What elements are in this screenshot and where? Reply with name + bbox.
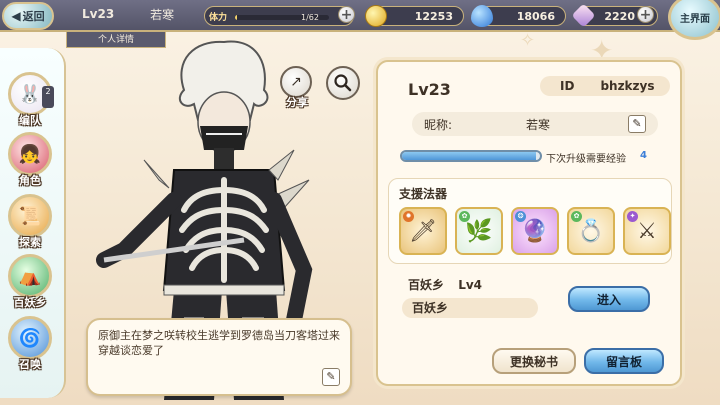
support-slot[interactable]: ❂ 🔮 <box>511 207 559 255</box>
enter-village-button[interactable]: 进入 <box>568 286 650 312</box>
ring-icon: 💍 <box>577 218 605 244</box>
top-bar: ◀ 返回 Lv23 若寒 体力 1/62 + 12253 18066 2220 … <box>0 0 720 40</box>
zoom-search-button[interactable] <box>326 66 360 100</box>
summon-icon: 🌀 <box>8 316 52 360</box>
water-value: 18066 <box>516 10 555 23</box>
village-level: Lv4 <box>458 278 483 292</box>
exp-value: 4 <box>640 150 647 161</box>
enter-label: 进入 <box>596 292 621 307</box>
add-stamina-button[interactable]: + <box>338 6 355 23</box>
sparkle-decoration: ✧ <box>520 30 536 51</box>
support-title: 支援法器 <box>399 187 448 201</box>
sidebar-item-label: 百妖乡 <box>13 296 47 309</box>
crystal-value: 2220 <box>604 10 635 23</box>
left-sidebar: 🐰 2 编队 👧 角色 📜 探索 ⛺ 百妖乡 🌀 召唤 <box>0 48 66 398</box>
stamina-label: 体力 <box>209 13 228 23</box>
support-slot[interactable]: ✦ ⚔ <box>623 207 671 255</box>
team-count-badge: 2 <box>42 86 54 108</box>
add-crystal-button[interactable]: + <box>637 6 654 23</box>
thunder-element-icon: ✦ <box>627 211 638 222</box>
id-value: bhzkzys <box>600 79 655 93</box>
support-slot[interactable]: ✿ 🌿 <box>455 207 503 255</box>
pencil-icon: ✎ <box>326 370 336 383</box>
support-artifacts-section: 支援法器 ✹ 🗡 ✿ 🌿 ❂ 🔮 ✿ 💍 ✦ ⚔ <box>388 178 672 264</box>
exp-label: 下次升级需要经验 <box>546 154 626 165</box>
edit-nickname-button[interactable]: ✎ <box>628 115 646 133</box>
nickname-row: 昵称: 若寒 ✎ <box>412 112 658 136</box>
back-button[interactable]: ◀ 返回 <box>2 2 54 30</box>
village-level-row: 百妖乡 Lv4 <box>408 276 482 293</box>
gold-display: 12253 <box>365 5 464 27</box>
secretary-speech-bubble: 原御主在梦之咲转校生逃学到罗德岛当刀客塔过来穿越谈恋爱了 ✎ <box>86 318 352 396</box>
village-display-name: 百妖乡 <box>402 298 538 318</box>
character-icon: 👧 <box>8 132 52 176</box>
player-level-name: Lv23 若寒 <box>72 4 200 24</box>
change-secretary-label: 更换秘书 <box>509 354 558 369</box>
stamina-display: 体力 1/62 <box>204 6 354 26</box>
player-name: 若寒 <box>150 7 175 22</box>
sword-icon: 🗡 <box>409 218 437 244</box>
id-label: ID <box>560 79 575 93</box>
sidebar-item-label: 召唤 <box>19 358 41 371</box>
exp-bar <box>400 150 542 162</box>
message-board-button[interactable]: 留言板 <box>584 348 664 374</box>
back-label: 返回 <box>22 10 45 23</box>
stamina-value: 1/62 <box>301 13 319 22</box>
orb-icon: 🔮 <box>521 218 549 244</box>
share-icon: ↗ <box>290 74 302 90</box>
gold-value: 12253 <box>414 10 453 23</box>
share-label: 分享 <box>286 96 308 109</box>
support-slot[interactable]: ✿ 💍 <box>567 207 615 255</box>
village-name: 百妖乡 <box>408 278 445 292</box>
sidebar-item-village[interactable]: ⛺ 百妖乡 <box>4 254 56 314</box>
coin-icon <box>365 5 387 27</box>
nickname-label: 昵称: <box>424 117 453 132</box>
pencil-icon: ✎ <box>632 117 642 130</box>
sidebar-item-label: 探索 <box>19 236 41 249</box>
stamina-bar-fill <box>235 15 237 20</box>
message-board-label: 留言板 <box>605 354 642 369</box>
wind-element-icon: ✿ <box>459 211 470 222</box>
sidebar-item-label: 角色 <box>19 174 41 187</box>
village-icon: ⛺ <box>8 254 52 298</box>
sidebar-item-explore[interactable]: 📜 探索 <box>4 194 56 254</box>
support-slot[interactable]: ✹ 🗡 <box>399 207 447 255</box>
exp-bar-fill <box>402 152 536 160</box>
sidebar-item-summon[interactable]: 🌀 召唤 <box>4 316 56 376</box>
player-level: Lv23 <box>82 7 115 21</box>
player-info-panel: Lv23 ID bhzkzys 昵称: 若寒 ✎ 下次升级需要经验 4 支援法器… <box>376 60 682 386</box>
water-drop-icon <box>471 5 493 27</box>
sidebar-item-team[interactable]: 🐰 2 编队 <box>4 72 56 132</box>
crystal-icon <box>571 3 596 28</box>
wind-element-icon: ✿ <box>571 211 582 222</box>
water-display: 18066 <box>471 5 566 27</box>
fire-element-icon: ✹ <box>403 211 414 222</box>
edit-speech-button[interactable]: ✎ <box>322 368 340 386</box>
speech-text: 原御主在梦之咲转校生逃学到罗德岛当刀客塔过来穿越谈恋爱了 <box>98 329 340 357</box>
plant-icon: 🌿 <box>465 218 493 244</box>
sidebar-item-character[interactable]: 👧 角色 <box>4 132 56 192</box>
player-id-box: ID bhzkzys <box>540 76 670 96</box>
explore-icon: 📜 <box>8 194 52 238</box>
sidebar-item-label: 编队 <box>19 114 41 127</box>
main-menu-button[interactable]: 主界面 <box>668 0 720 40</box>
search-icon <box>334 74 352 92</box>
water-element-icon: ❂ <box>515 211 526 222</box>
back-arrow-icon: ◀ <box>11 9 21 23</box>
blade-icon: ⚔ <box>637 218 657 244</box>
panel-level: Lv23 <box>408 80 451 99</box>
nickname-value: 若寒 <box>526 117 551 132</box>
main-menu-label: 主界面 <box>680 13 710 25</box>
change-secretary-button[interactable]: 更换秘书 <box>492 348 576 374</box>
